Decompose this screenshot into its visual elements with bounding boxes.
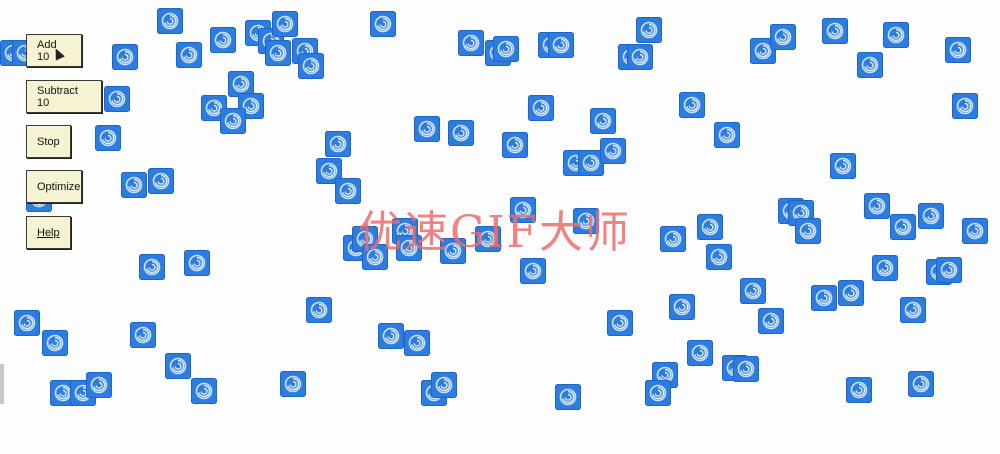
swirl-logo-icon — [846, 377, 872, 403]
swirl-logo-icon — [210, 27, 236, 53]
stop-button[interactable]: Stop — [26, 125, 71, 158]
swirl-logo-icon — [306, 297, 332, 323]
swirl-logo-icon — [157, 8, 183, 34]
swirl-logo-icon — [280, 371, 306, 397]
swirl-logo-icon — [952, 93, 978, 119]
swirl-logo-icon — [600, 138, 626, 164]
swirl-logo-icon — [404, 330, 430, 356]
swirl-logo-icon — [548, 32, 574, 58]
swirl-logo-icon — [636, 17, 662, 43]
swirl-logo-icon — [528, 95, 554, 121]
swirl-logo-icon — [908, 371, 934, 397]
swirl-logo-icon — [139, 254, 165, 280]
swirl-logo-icon — [370, 11, 396, 37]
swirl-logo-icon — [822, 18, 848, 44]
swirl-logo-icon — [645, 380, 671, 406]
watermark-text: 优速GIF大师 — [358, 207, 632, 258]
swirl-logo-icon — [184, 250, 210, 276]
help-button[interactable]: Help — [26, 216, 71, 249]
swirl-logo-icon — [298, 53, 324, 79]
swirl-logo-icon — [590, 108, 616, 134]
swirl-logo-icon — [42, 330, 68, 356]
subtract-10-label: Subtract 10 — [37, 84, 78, 109]
swirl-logo-icon — [448, 120, 474, 146]
swirl-logo-icon — [900, 297, 926, 323]
swirl-logo-icon — [714, 122, 740, 148]
swirl-logo-icon — [607, 310, 633, 336]
swirl-logo-icon — [148, 168, 174, 194]
swirl-logo-icon — [795, 218, 821, 244]
swirl-logo-icon — [458, 30, 484, 56]
swirl-logo-icon — [86, 372, 112, 398]
swirl-logo-icon — [378, 323, 404, 349]
subtract-10-button[interactable]: Subtract 10 — [26, 80, 102, 113]
swirl-logo-icon — [697, 214, 723, 240]
optimize-label: Optimize — [37, 180, 81, 193]
swirl-logo-icon — [265, 40, 291, 66]
swirl-logo-icon — [758, 308, 784, 334]
swirl-logo-icon — [811, 285, 837, 311]
swirl-logo-icon — [112, 44, 138, 70]
swirl-logo-icon — [962, 218, 988, 244]
swirl-logo-icon — [864, 193, 890, 219]
swirl-logo-icon — [191, 378, 217, 404]
swirl-logo-icon — [660, 226, 686, 252]
swirl-logo-icon — [733, 356, 759, 382]
swirl-logo-icon — [220, 108, 246, 134]
scrollbar-edge — [0, 364, 4, 404]
swirl-logo-icon — [936, 257, 962, 283]
swirl-logo-icon — [918, 203, 944, 229]
swirl-logo-icon — [95, 125, 121, 151]
swirl-logo-icon — [945, 37, 971, 63]
swirl-logo-icon — [706, 244, 732, 270]
swirl-logo-icon — [493, 36, 519, 62]
swirl-logo-icon — [883, 22, 909, 48]
swirl-logo-icon — [872, 255, 898, 281]
swirl-logo-icon — [165, 353, 191, 379]
swirl-logo-icon — [272, 11, 298, 37]
swirl-logo-icon — [502, 132, 528, 158]
stop-label: Stop — [37, 135, 60, 148]
swirl-logo-icon — [857, 52, 883, 78]
swirl-logo-icon — [325, 131, 351, 157]
swirl-logo-icon — [830, 153, 856, 179]
optimize-button[interactable]: Optimize — [26, 170, 82, 203]
swirl-logo-icon — [890, 214, 916, 240]
swirl-logo-icon — [176, 42, 202, 68]
swirl-logo-icon — [130, 322, 156, 348]
swirl-logo-icon — [104, 86, 130, 112]
swirl-logo-icon — [687, 340, 713, 366]
swirl-logo-icon — [669, 294, 695, 320]
swirl-logo-icon — [14, 310, 40, 336]
swirl-logo-icon — [520, 258, 546, 284]
swirl-logo-icon — [431, 372, 457, 398]
swirl-logo-icon — [740, 278, 766, 304]
swirl-logo-icon — [627, 44, 653, 70]
swirl-logo-icon — [679, 92, 705, 118]
swirl-logo-icon — [414, 116, 440, 142]
help-label: Help — [37, 226, 60, 239]
swirl-logo-icon — [555, 384, 581, 410]
swirl-logo-icon — [838, 280, 864, 306]
swirl-logo-icon — [121, 172, 147, 198]
swirl-logo-icon — [770, 24, 796, 50]
